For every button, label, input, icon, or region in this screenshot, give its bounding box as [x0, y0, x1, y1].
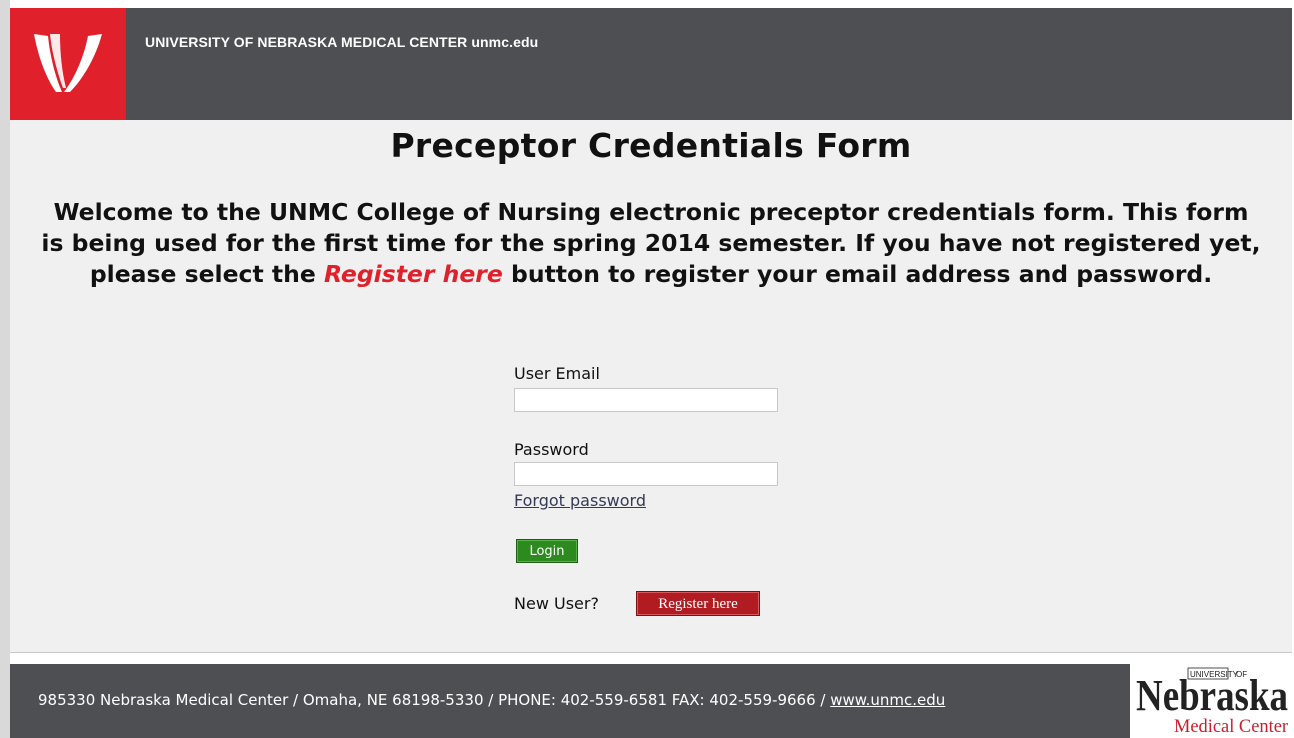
password-label: Password [514, 440, 589, 459]
email-field[interactable] [514, 388, 778, 412]
logo-nebraska-text: Nebraska [1136, 671, 1288, 720]
email-label: User Email [514, 364, 600, 383]
register-button[interactable]: Register here [636, 591, 760, 616]
new-user-label: New User? [514, 594, 599, 613]
footer-website-link[interactable]: www.unmc.edu [830, 691, 945, 709]
page-title: Preceptor Credentials Form [390, 126, 912, 165]
password-field[interactable] [514, 462, 778, 486]
page: UNIVERSITY OF NEBRASKA MEDICAL CENTER un… [0, 0, 1294, 738]
site-header: UNIVERSITY OF NEBRASKA MEDICAL CENTER un… [10, 8, 1292, 120]
welcome-register-emphasis: Register here [323, 260, 503, 288]
nebraska-medical-center-logo-icon[interactable]: UNIVERSITY OF Nebraska Medical Center [1130, 664, 1292, 738]
left-border [0, 0, 10, 738]
login-button[interactable]: Login [516, 539, 578, 563]
footer-address: 985330 Nebraska Medical Center / Omaha, … [38, 691, 831, 709]
unmc-logo-icon[interactable] [10, 8, 126, 120]
forgot-password-link[interactable]: Forgot password [514, 491, 646, 510]
header-title[interactable]: UNIVERSITY OF NEBRASKA MEDICAL CENTER un… [145, 34, 538, 50]
logo-medical-center-text: Medical Center [1174, 716, 1289, 737]
welcome-text-end: button to register your email address an… [502, 260, 1213, 288]
footer-contact: 985330 Nebraska Medical Center / Omaha, … [38, 691, 945, 709]
site-footer: 985330 Nebraska Medical Center / Omaha, … [10, 664, 1292, 738]
welcome-message: Welcome to the UNMC College of Nursing e… [40, 197, 1262, 290]
main-content: Preceptor Credentials Form Welcome to th… [10, 120, 1292, 653]
